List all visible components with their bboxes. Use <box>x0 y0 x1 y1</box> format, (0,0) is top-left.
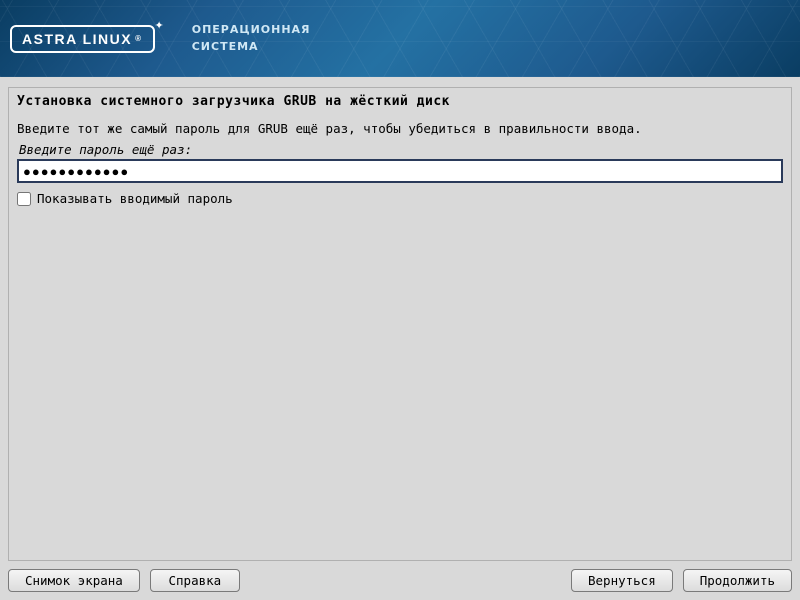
os-line2: СИСТЕМА <box>192 39 311 56</box>
instruction-text: Введите тот же самый пароль для GRUB ещё… <box>17 121 783 136</box>
show-password-label[interactable]: Показывать вводимый пароль <box>37 191 233 206</box>
back-button[interactable]: Вернуться <box>571 569 673 592</box>
password-label: Введите пароль ещё раз: <box>19 142 783 157</box>
screenshot-button[interactable]: Снимок экрана <box>8 569 140 592</box>
star-icon: ✦ <box>155 19 164 32</box>
logo-registered: ® <box>135 34 142 43</box>
show-password-checkbox[interactable] <box>17 192 31 206</box>
os-label: ОПЕРАЦИОННАЯ СИСТЕМА <box>192 22 311 55</box>
help-button[interactable]: Справка <box>150 569 240 592</box>
show-password-row: Показывать вводимый пароль <box>17 191 783 206</box>
logo-name: ASTRA LINUX <box>22 31 132 47</box>
header-inner: ASTRA LINUX ® ✦ ОПЕРАЦИОННАЯ СИСТЕМА <box>0 0 800 77</box>
os-line1: ОПЕРАЦИОННАЯ <box>192 22 311 39</box>
logo: ASTRA LINUX ® ✦ <box>10 25 164 53</box>
left-button-group: Снимок экрана Справка <box>8 569 240 592</box>
main-panel: Установка системного загрузчика GRUB на … <box>0 77 800 600</box>
password-input[interactable] <box>17 159 783 183</box>
continue-button[interactable]: Продолжить <box>683 569 792 592</box>
logo-text: ASTRA LINUX ® <box>10 25 155 53</box>
button-bar: Снимок экрана Справка Вернуться Продолжи… <box>8 561 792 592</box>
content-frame: Установка системного загрузчика GRUB на … <box>8 87 792 561</box>
right-button-group: Вернуться Продолжить <box>571 569 792 592</box>
installer-header: ASTRA LINUX ® ✦ ОПЕРАЦИОННАЯ СИСТЕМА <box>0 0 800 77</box>
page-title: Установка системного загрузчика GRUB на … <box>17 94 783 109</box>
